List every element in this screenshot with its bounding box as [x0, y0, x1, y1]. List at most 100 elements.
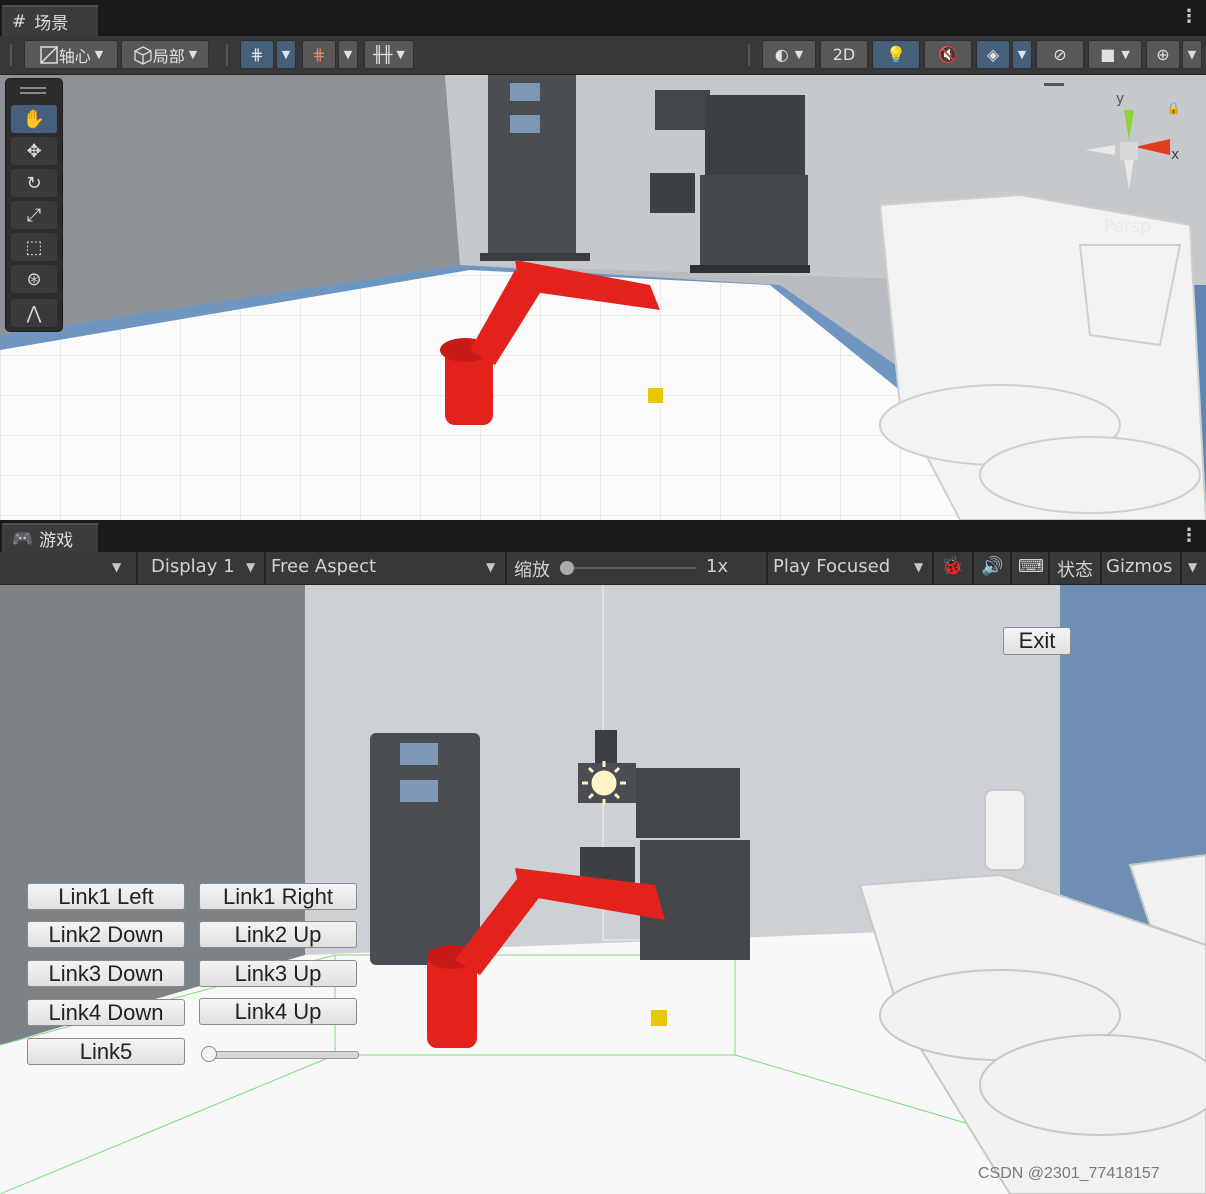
audio-toggle[interactable]: 🔇 — [924, 40, 972, 69]
link3-down-label: Link3 Down — [48, 960, 164, 986]
grid-snap-button[interactable]: ⋕ — [240, 40, 274, 69]
chevron-down-icon: ▼ — [112, 560, 122, 574]
link2-up-label: Link2 Up — [234, 921, 322, 947]
grid-snap-icon: ⋕ — [250, 45, 264, 64]
bug-icon[interactable]: 🐞 — [941, 556, 963, 577]
lighting-toggle[interactable]: 💡 — [872, 40, 920, 69]
custom-tool[interactable]: ⋀ — [11, 299, 57, 327]
exit-button[interactable]: Exit — [1003, 627, 1071, 655]
projection-label[interactable]: Persp — [1104, 217, 1151, 237]
camera-dropdown[interactable]: ■ ▼ — [1088, 40, 1142, 69]
chevron-down-icon: ▼ — [188, 48, 198, 61]
link4-down-button[interactable]: Link4 Down — [27, 999, 185, 1026]
ruler-dropdown[interactable]: ╫╫ ▼ — [364, 40, 414, 69]
pivot-dropdown[interactable]: 轴心 ▼ — [24, 40, 118, 69]
axis-y-label: y — [1116, 91, 1125, 107]
link3-down-button[interactable]: Link3 Down — [27, 960, 185, 987]
gamepad-icon: 🎮 — [12, 528, 34, 549]
link1-right-button[interactable]: Link1 Right — [199, 883, 357, 910]
grid-snap-dropdown[interactable]: ▼ — [276, 40, 296, 69]
gizmos-toggle[interactable]: Gizmos — [1106, 556, 1172, 577]
scene-tab-bar: # 场景 ⋮ — [0, 0, 1206, 36]
scene-menu-icon[interactable]: ⋮ — [1180, 6, 1198, 27]
link1-left-button[interactable]: Link1 Left — [27, 883, 185, 910]
transform-icon: ⊛ — [26, 268, 42, 290]
chevron-down-icon: ▼ — [94, 48, 104, 61]
shading-sphere-icon: ◐ — [774, 45, 789, 64]
ruler-icon: ╫╫ — [373, 45, 393, 64]
link3-up-button[interactable]: Link3 Up — [199, 960, 357, 987]
link5-button[interactable]: Link5 — [27, 1038, 185, 1065]
link5-slider-thumb[interactable] — [201, 1046, 217, 1062]
link4-up-button[interactable]: Link4 Up — [199, 998, 357, 1025]
hand-tool[interactable]: ✋ — [11, 105, 57, 133]
move-icon: ✥ — [26, 140, 42, 162]
chevron-down-icon: ▼ — [281, 48, 291, 61]
rect-tool[interactable]: ⬚ — [11, 233, 57, 261]
scene-viewport[interactable]: y x 🔒 Persp — [0, 75, 1206, 520]
keyboard-icon[interactable]: ⌨ — [1018, 556, 1044, 577]
scale-label: 缩放 — [514, 560, 550, 581]
display-dropdown[interactable]: Display 1 — [151, 556, 235, 577]
grid-icon: # — [12, 11, 27, 32]
aspect-dropdown[interactable]: Free Aspect — [271, 556, 376, 577]
link4-down-label: Link4 Down — [48, 999, 164, 1025]
cube-icon — [134, 45, 152, 65]
chevron-down-icon: ▼ — [246, 560, 256, 574]
hand-icon: ✋ — [22, 108, 46, 130]
snap-icon: ⋕ — [312, 45, 326, 64]
chevron-down-icon: ▼ — [794, 48, 804, 61]
link2-down-label: Link2 Down — [48, 921, 164, 947]
rect-icon: ⬚ — [25, 236, 43, 258]
link5-slider-track[interactable] — [205, 1051, 359, 1059]
transform-tool[interactable]: ⊛ — [11, 265, 57, 293]
drag-handle-icon[interactable] — [20, 87, 46, 89]
link2-down-button[interactable]: Link2 Down — [27, 921, 185, 948]
tools-overlay: ✋ ✥ ↻ ⤢ ⬚ ⊛ ⋀ — [5, 78, 63, 332]
speaker-icon[interactable]: 🔊 — [981, 556, 1003, 577]
chevron-down-icon: ▼ — [486, 560, 496, 574]
effects-dropdown[interactable]: ▼ — [1012, 40, 1032, 69]
visibility-toggle[interactable]: ⊘ — [1036, 40, 1084, 69]
chevron-down-icon: ▼ — [914, 560, 924, 574]
lock-icon[interactable]: 🔒 — [1166, 101, 1181, 115]
chevron-down-icon: ▼ — [1017, 48, 1027, 61]
scale-slider-track[interactable] — [566, 567, 696, 569]
game-toolbar: ▼ Display 1 ▼ Free Aspect ▼ 缩放 1x Play F… — [0, 552, 1206, 585]
gizmos-dropdown[interactable]: ▼ — [1182, 40, 1202, 69]
game-menu-icon[interactable]: ⋮ — [1180, 525, 1198, 546]
globe-icon: ⊕ — [1156, 45, 1170, 64]
audio-mute-icon: 🔇 — [938, 45, 958, 64]
scene-tab[interactable]: # 场景 — [2, 5, 98, 36]
mode-2d-button[interactable]: 2D — [820, 40, 868, 69]
local-label: 局部 — [152, 46, 185, 66]
snap-dropdown[interactable]: ▼ — [338, 40, 358, 69]
scale-tool[interactable]: ⤢ — [11, 201, 57, 229]
game-viewport[interactable]: Exit Link1 Left Link1 Right Link2 Down L… — [0, 585, 1206, 1194]
move-tool[interactable]: ✥ — [11, 137, 57, 165]
axis-x-label: x — [1171, 147, 1180, 163]
link3-up-label: Link3 Up — [234, 960, 322, 986]
link1-left-label: Link1 Left — [58, 883, 154, 909]
shading-dropdown[interactable]: ◐ ▼ — [762, 40, 816, 69]
scene-render — [0, 75, 1206, 520]
stats-button[interactable]: 状态 — [1057, 556, 1093, 582]
local-dropdown[interactable]: 局部 ▼ — [121, 40, 209, 69]
scale-icon: ⤢ — [26, 204, 42, 226]
game-tab[interactable]: 🎮 游戏 — [2, 523, 98, 552]
rotate-tool[interactable]: ↻ — [11, 169, 57, 197]
link2-up-button[interactable]: Link2 Up — [199, 921, 357, 948]
snap-increment-button[interactable]: ⋕ — [302, 40, 336, 69]
scene-toolbar: 轴心 ▼ 局部 ▼ ⋕ ▼ ⋕ ▼ ╫╫ ▼ ◐ ▼ 2D 💡 🔇 ◈ ▼ ⊘ ■ ▼… — [0, 36, 1206, 75]
scale-slider-thumb[interactable] — [560, 561, 574, 575]
chevron-down-icon: ▼ — [396, 48, 405, 61]
game-tab-label: 游戏 — [39, 531, 74, 551]
gizmos-dropdown-icon[interactable]: ▼ — [1188, 560, 1197, 574]
play-mode-dropdown[interactable]: Play Focused — [773, 556, 890, 577]
gizmo-handle[interactable] — [1044, 83, 1064, 86]
watermark: CSDN @2301_77418157 — [978, 1165, 1160, 1182]
effects-toggle[interactable]: ◈ — [976, 40, 1010, 69]
light-bulb-icon: 💡 — [886, 45, 906, 64]
gizmos-button[interactable]: ⊕ — [1146, 40, 1180, 69]
game-view-dropdown[interactable]: ▼ — [112, 560, 121, 574]
